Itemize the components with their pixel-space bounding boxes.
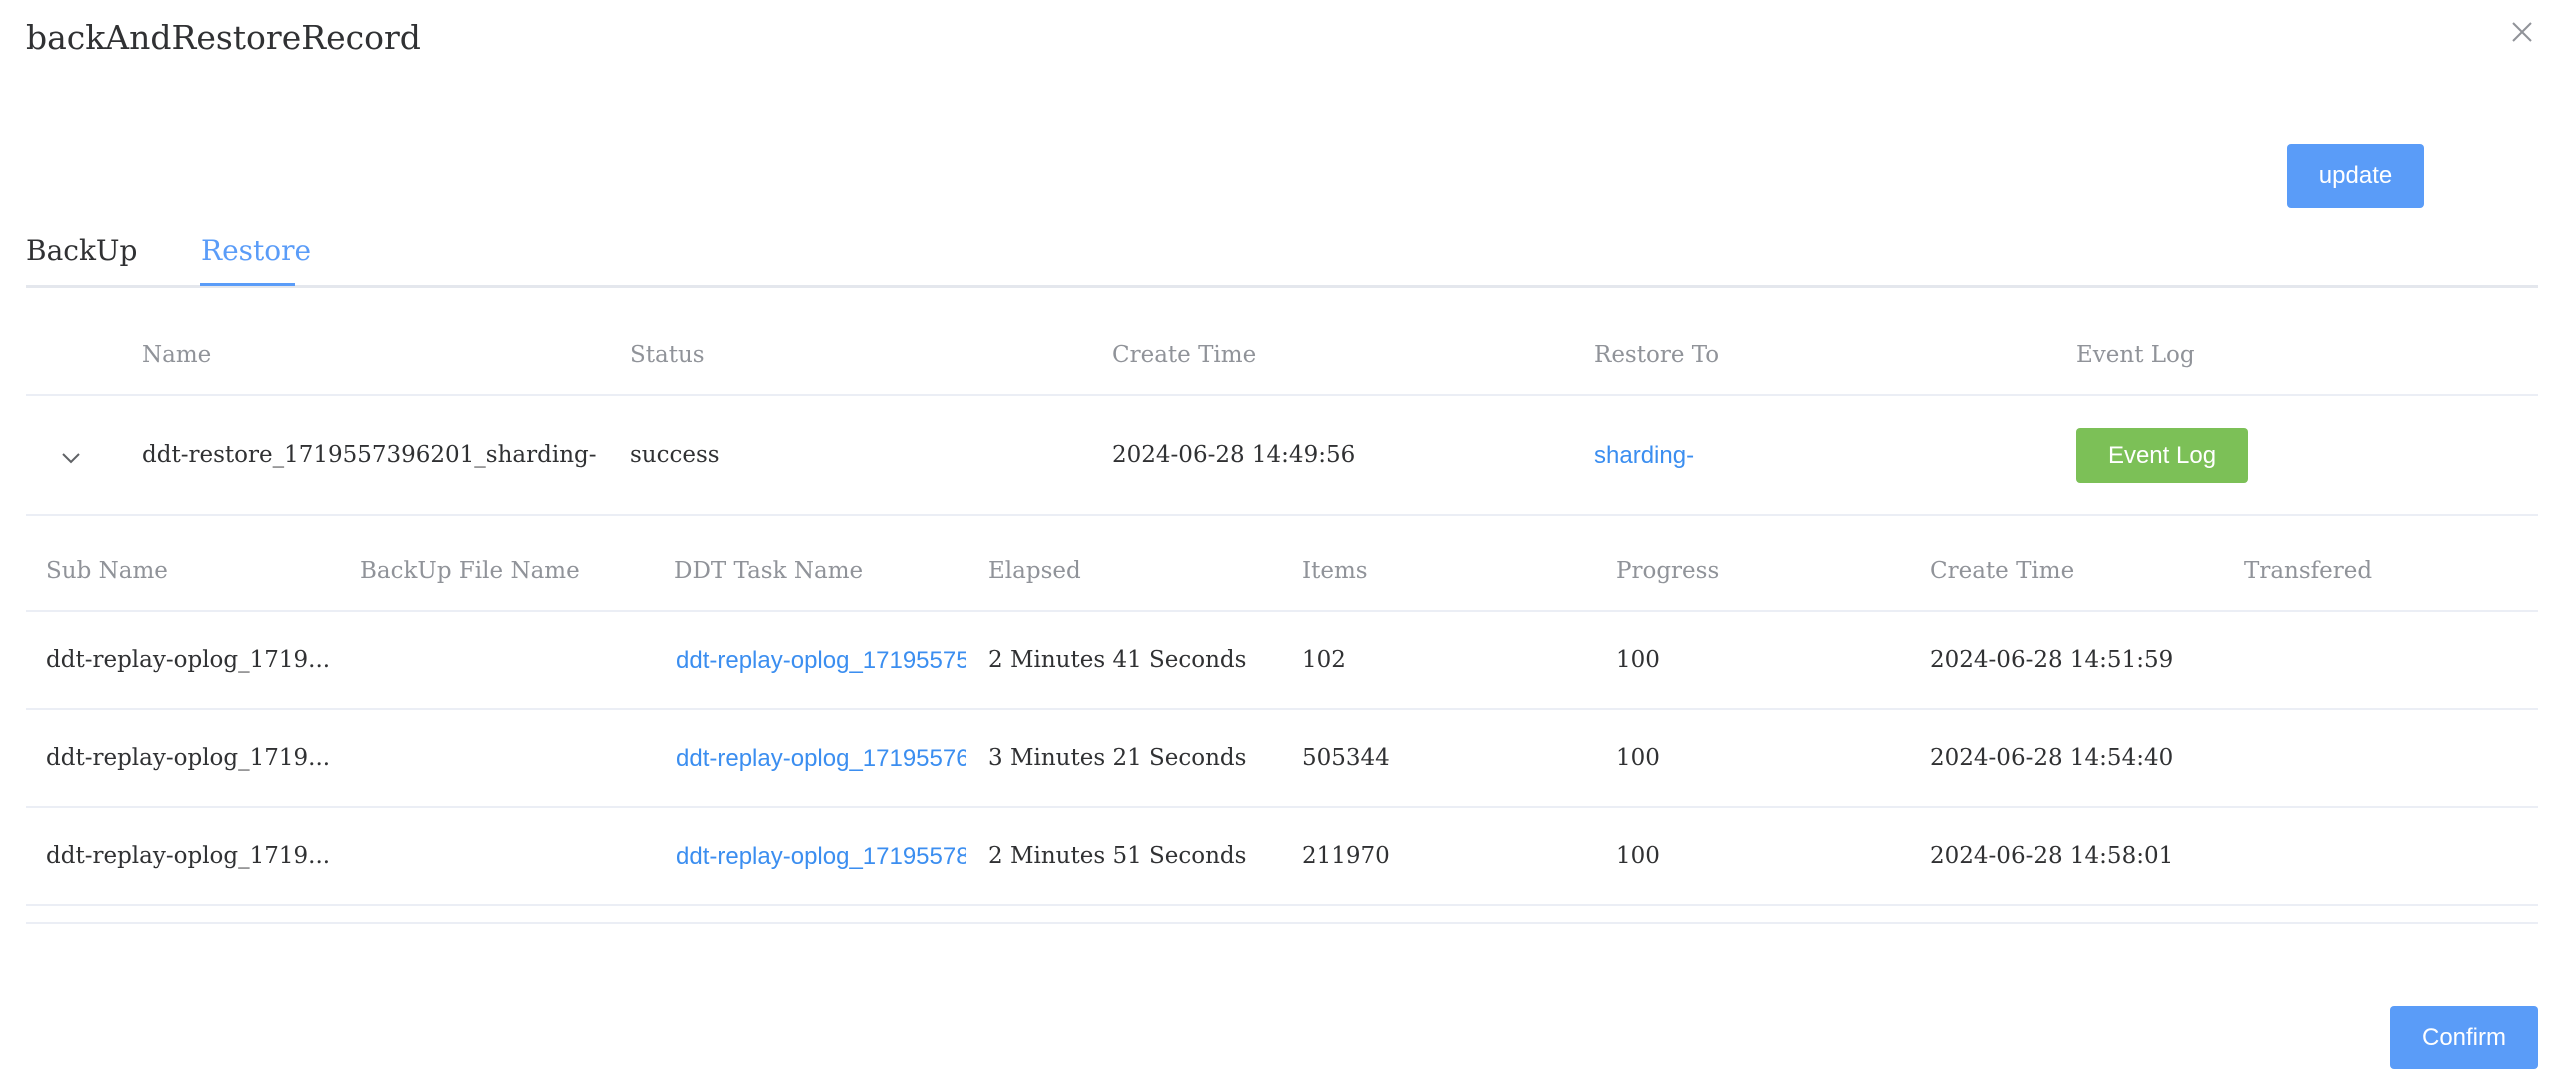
restore-status: success [630, 442, 720, 468]
sub-header-ddt-task: DDT Task Name [674, 558, 864, 584]
items: 211970 [1302, 843, 1390, 869]
items: 102 [1302, 647, 1346, 673]
header-status: Status [630, 342, 705, 368]
sub-create-time: 2024-06-28 14:54:40 [1930, 745, 2174, 771]
header-restore-to: Restore To [1594, 342, 1720, 368]
restore-name: ddt-restore_1719557396201_sharding- [142, 442, 597, 468]
dialog-title: backAndRestoreRecord [26, 18, 421, 57]
items: 505344 [1302, 745, 1390, 771]
sub-name: ddt-replay-oplog_1719... [46, 843, 331, 869]
ddt-task-link[interactable]: ddt-replay-oplog_17195578 [676, 843, 966, 871]
restore-to-link[interactable]: sharding- [1594, 442, 1694, 470]
ddt-task-link[interactable]: ddt-replay-oplog_17195575 [676, 647, 966, 675]
sub-create-time: 2024-06-28 14:51:59 [1930, 647, 2174, 673]
ddt-task-link[interactable]: ddt-replay-oplog_17195576 [676, 745, 966, 773]
sub-name: ddt-replay-oplog_1719... [46, 647, 331, 673]
divider [26, 394, 2538, 396]
sub-header-progress: Progress [1616, 558, 1720, 584]
sub-name: ddt-replay-oplog_1719... [46, 745, 331, 771]
sub-header-sub-name: Sub Name [46, 558, 168, 584]
restore-create-time: 2024-06-28 14:49:56 [1112, 442, 1356, 468]
progress: 100 [1616, 745, 1660, 771]
update-button[interactable]: update [2287, 144, 2424, 208]
sub-header-items: Items [1302, 558, 1368, 584]
close-icon[interactable] [2508, 18, 2536, 46]
tab-restore[interactable]: Restore [201, 234, 311, 267]
divider [26, 904, 2538, 906]
tab-backup[interactable]: BackUp [26, 234, 137, 267]
divider [26, 610, 2538, 612]
progress: 100 [1616, 647, 1660, 673]
elapsed: 2 Minutes 51 Seconds [988, 843, 1247, 869]
divider [26, 806, 2538, 808]
confirm-button[interactable]: Confirm [2390, 1006, 2538, 1069]
table-bottom-border [26, 922, 2538, 924]
sub-header-elapsed: Elapsed [988, 558, 1081, 584]
event-log-button[interactable]: Event Log [2076, 428, 2248, 483]
tab-bar: BackUp Restore [26, 230, 2538, 288]
sub-header-backup-file: BackUp File Name [360, 558, 580, 584]
divider [26, 514, 2538, 516]
chevron-down-icon[interactable] [60, 447, 82, 469]
sub-header-create-time: Create Time [1930, 558, 2075, 584]
header-name: Name [142, 342, 212, 368]
sub-create-time: 2024-06-28 14:58:01 [1930, 843, 2174, 869]
elapsed: 3 Minutes 21 Seconds [988, 745, 1247, 771]
elapsed: 2 Minutes 41 Seconds [988, 647, 1247, 673]
sub-header-transfered: Transfered [2244, 558, 2373, 584]
header-event-log: Event Log [2076, 342, 2195, 368]
progress: 100 [1616, 843, 1660, 869]
divider [26, 708, 2538, 710]
header-create-time: Create Time [1112, 342, 1257, 368]
active-tab-indicator [200, 283, 295, 286]
